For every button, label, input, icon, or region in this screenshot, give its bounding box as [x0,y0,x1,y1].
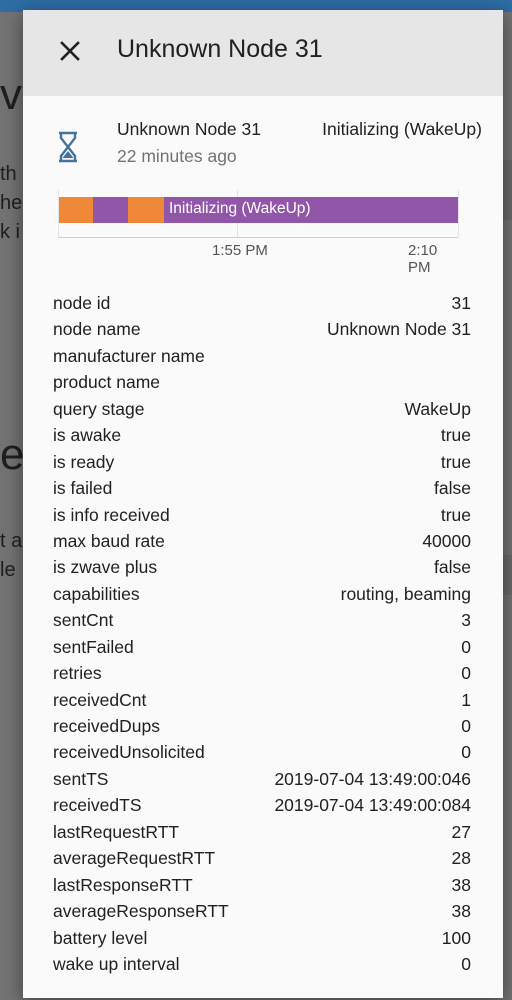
attribute-key: is failed [53,478,113,499]
attribute-row: lastResponseRTT 38 [53,872,471,898]
attribute-key: sentFailed [53,636,134,657]
timeline-tick-label: 1:55 PM [212,242,268,259]
attribute-value: 27 [451,821,471,842]
timeline-axis [58,237,458,238]
dialog-title: Unknown Node 31 [117,35,323,63]
attribute-value: 3 [461,610,471,631]
attribute-row: capabilities routing, beaming [53,581,471,607]
attributes-list: node id 31 node name Unknown Node 31 manuf… [53,290,471,977]
attribute-row: is zwave plus false [53,554,471,580]
attribute-value: 100 [441,927,471,948]
attribute-key: sentTS [53,768,109,789]
attribute-value: 0 [461,742,471,763]
attribute-row: receivedUnsolicited 0 [53,739,471,765]
attribute-key: averageResponseRTT [53,901,229,922]
background-text-fragment: t a le [0,530,23,581]
attribute-row: receivedCnt 1 [53,687,471,713]
background-edge [503,160,512,220]
attribute-row: battery level 100 [53,925,471,951]
attribute-value: 0 [461,716,471,736]
attribute-key: is ready [53,451,115,472]
attribute-key: receivedTS [53,795,142,816]
attribute-row: is info received true [53,502,471,528]
attribute-row: is awake true [53,422,471,448]
attribute-key: lastRequestRTT [53,821,180,842]
attribute-key: is zwave plus [53,557,158,578]
more-info-dialog: Unknown Node 31 Unknown Node 31 22 minut… [23,10,503,998]
history-timeline[interactable]: Initializing (WakeUp) 1:55 PM 2:10 PM [53,190,463,276]
attribute-row: is ready true [53,449,471,475]
attribute-value: Unknown Node 31 [327,319,471,340]
attribute-row: node id 31 [53,290,471,316]
attribute-key: product name [53,372,161,393]
attribute-row: query stage WakeUp [53,396,471,422]
attribute-key: max baud rate [53,530,165,551]
attribute-row: averageRequestRTT 28 [53,845,471,871]
attribute-row: manufacturer name [53,343,471,369]
attribute-value: true [440,451,471,472]
attribute-row: max baud rate 40000 [53,528,471,554]
timeline-segment[interactable] [59,197,93,223]
attribute-value: routing, beaming [340,583,471,604]
attribute-value: 40000 [422,530,471,551]
attribute-key: battery level [53,927,148,948]
attribute-key: sentCnt [53,610,114,631]
attribute-value: 31 [451,293,471,313]
attribute-value: 28 [451,848,471,869]
background-edge [503,555,512,595]
attribute-key: wake up interval [53,953,180,974]
hourglass-icon [56,130,80,164]
close-icon[interactable] [53,34,87,68]
attribute-row: retries 0 [53,660,471,686]
attribute-key: is awake [53,425,122,446]
attribute-key: manufacturer name [53,345,205,366]
attribute-key: is info received [53,504,170,525]
attribute-value: 2019-07-04 13:49:00:084 [274,795,471,816]
attribute-row: receivedTS 2019-07-04 13:49:00:084 [53,792,471,818]
attribute-key: receivedDups [53,716,160,736]
attribute-key: capabilities [53,583,140,604]
attribute-value: false [434,557,471,578]
attribute-row: node name Unknown Node 31 [53,316,471,342]
timeline-gridline [458,190,459,237]
last-changed: 22 minutes ago [117,146,237,166]
attribute-key: node id [53,293,111,313]
attribute-row: averageResponseRTT 38 [53,898,471,924]
timeline-segment-label: Initializing (WakeUp) [169,200,311,217]
attribute-row: product name [53,369,471,395]
attribute-key: lastResponseRTT [53,874,193,895]
attribute-key: retries [53,663,102,684]
attribute-value: true [440,504,471,525]
attribute-key: node name [53,319,141,340]
attribute-value: 38 [451,874,471,895]
attribute-value: false [434,478,471,499]
attribute-row: lastRequestRTT 27 [53,819,471,845]
attribute-row: sentFailed 0 [53,634,471,660]
attribute-value: 38 [451,901,471,922]
timeline-segment[interactable] [93,197,128,223]
state-value: Initializing (WakeUp) [322,119,482,139]
attribute-row: wake up interval 0 [53,951,471,977]
attribute-value: 2019-07-04 13:49:00:046 [274,768,471,789]
attribute-value: 0 [461,636,471,657]
entity-name: Unknown Node 31 [117,119,261,139]
attribute-value: WakeUp [404,398,471,419]
attribute-key: receivedUnsolicited [53,742,205,763]
attribute-row: receivedDups 0 [53,713,471,739]
background-text-fragment: th he k i [0,163,23,243]
timeline-tick-label: 2:10 PM [408,242,438,276]
attribute-row: is failed false [53,475,471,501]
timeline-segment[interactable] [128,197,164,223]
attribute-key: averageRequestRTT [53,848,216,869]
attribute-key: receivedCnt [53,689,147,710]
attribute-value: 0 [461,663,471,684]
attribute-value: 0 [461,953,471,974]
attribute-key: query stage [53,398,145,419]
background-text-fragment: e [0,430,25,479]
attribute-value: true [440,425,471,446]
attribute-row: sentCnt 3 [53,607,471,633]
attribute-value: 1 [461,689,471,710]
attribute-row: sentTS 2019-07-04 13:49:00:046 [53,766,471,792]
dialog-header: Unknown Node 31 [23,10,503,96]
